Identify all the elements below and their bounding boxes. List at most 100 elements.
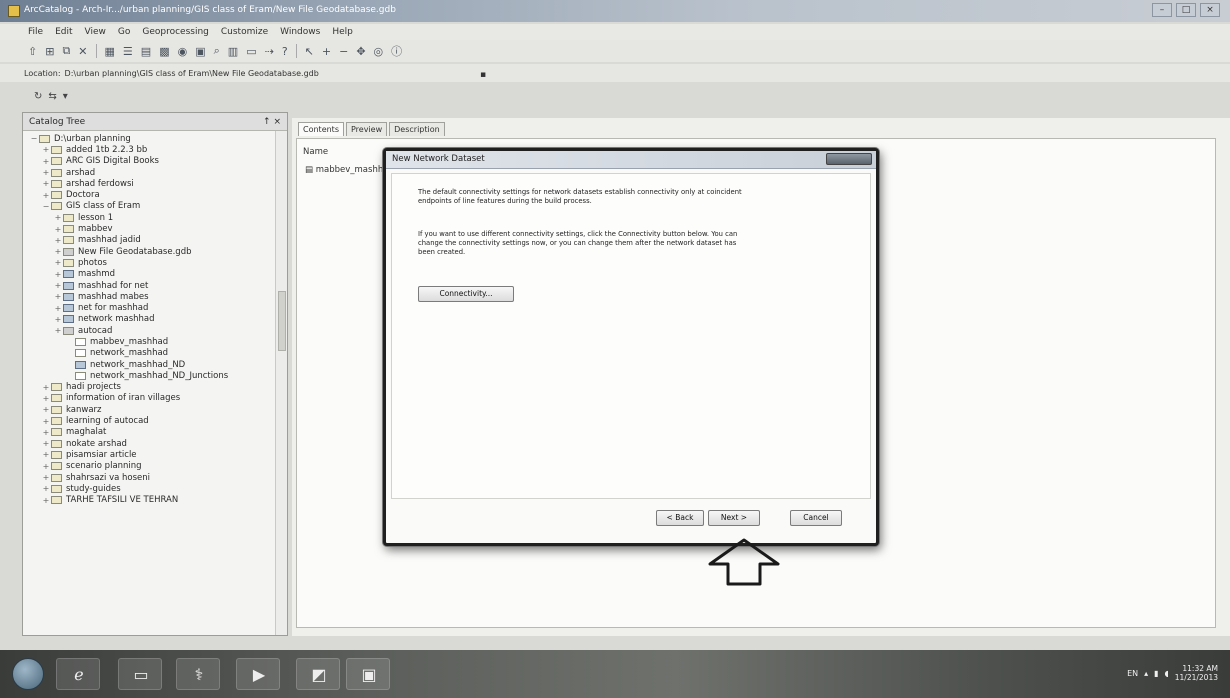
menu-customize[interactable]: Customize (221, 24, 268, 40)
language-indicator[interactable]: EN (1127, 669, 1138, 678)
tree-scrollbar[interactable] (275, 131, 287, 635)
show-hidden-icons-icon[interactable]: ▴ (1144, 669, 1148, 678)
taskbar-app-button[interactable]: ⚕ (176, 658, 220, 690)
modelbuilder-icon[interactable]: ⇢ (265, 45, 274, 58)
expand-icon[interactable]: + (53, 304, 63, 313)
tree-item[interactable]: + network mashhad (23, 314, 287, 325)
column-header-name[interactable]: Name (303, 147, 328, 157)
tree-item[interactable]: + kanwarz (23, 404, 287, 415)
expand-icon[interactable]: + (53, 315, 63, 324)
expand-icon[interactable]: + (41, 496, 51, 505)
tree-item[interactable]: network_mashhad_ND (23, 359, 287, 370)
expand-icon[interactable]: + (53, 281, 63, 290)
tree-item[interactable]: network_mashhad_ND_Junctions (23, 370, 287, 381)
tree-item[interactable]: + ARC GIS Digital Books (23, 156, 287, 167)
tree-item[interactable]: + arshad (23, 167, 287, 178)
details-icon[interactable]: ▤ (141, 45, 151, 58)
tab-contents[interactable]: Contents (298, 122, 344, 136)
up-level-icon[interactable]: ⇧ (28, 45, 37, 58)
expand-icon[interactable]: + (41, 462, 51, 471)
taskbar-arcmap-button[interactable]: ◩ (296, 658, 340, 690)
expand-icon[interactable]: + (41, 473, 51, 482)
close-icon[interactable]: × (1200, 3, 1220, 17)
maximize-icon[interactable]: □ (1176, 3, 1196, 17)
taskbar-arccatalog-button[interactable]: ▣ (346, 658, 390, 690)
catalog-window-icon[interactable]: ▣ (195, 45, 205, 58)
tab-preview[interactable]: Preview (345, 122, 388, 136)
tree-item[interactable]: + scenario planning (23, 461, 287, 472)
tree-item[interactable]: + arshad ferdowsi (23, 178, 287, 189)
expand-icon[interactable]: + (53, 236, 63, 245)
expand-icon[interactable]: + (53, 326, 63, 335)
expand-icon[interactable]: + (53, 213, 63, 222)
thumbnails-icon[interactable]: ▩ (159, 45, 169, 58)
tree-item[interactable]: + mashmd (23, 269, 287, 280)
start-button[interactable] (12, 658, 44, 690)
expand-icon[interactable]: + (53, 258, 63, 267)
location-input[interactable]: D:\urban planning\GIS class of Eram\New … (65, 69, 319, 78)
collapse-icon[interactable]: − (29, 134, 39, 143)
menu-help[interactable]: Help (332, 24, 353, 40)
tree-item[interactable]: + study-guides (23, 483, 287, 494)
volume-icon[interactable]: ◖ (1165, 669, 1169, 678)
taskbar-explorer-button[interactable]: ▭ (118, 658, 162, 690)
expand-icon[interactable]: + (41, 168, 51, 177)
menu-view[interactable]: View (85, 24, 106, 40)
connect-folder-icon[interactable]: ⊞ (45, 45, 54, 58)
tree-item[interactable]: + lesson 1 (23, 212, 287, 223)
menu-file[interactable]: File (28, 24, 43, 40)
tree-item[interactable]: + added 1tb 2.2.3 bb (23, 144, 287, 155)
expand-icon[interactable]: + (41, 383, 51, 392)
whats-this-icon[interactable]: ? (282, 45, 288, 58)
pan-icon[interactable]: ✥ (356, 45, 365, 58)
expand-icon[interactable]: + (41, 450, 51, 459)
tree-item[interactable]: + mashhad mabes (23, 291, 287, 302)
expand-icon[interactable]: + (53, 270, 63, 279)
tree-item[interactable]: + mashhad for net (23, 280, 287, 291)
expand-icon[interactable]: + (41, 428, 51, 437)
menu-edit[interactable]: Edit (55, 24, 72, 40)
tree-item[interactable]: + nokate arshad (23, 438, 287, 449)
large-icons-icon[interactable]: ▦ (105, 45, 115, 58)
delete-icon[interactable]: ✕ (78, 45, 87, 58)
minimize-icon[interactable]: – (1152, 3, 1172, 17)
search-window-icon[interactable]: ⌕ (214, 44, 220, 58)
tree-item[interactable]: + pisamsiar article (23, 449, 287, 460)
georef-tool-icon[interactable]: ↖ (305, 45, 314, 58)
cancel-button[interactable]: Cancel (790, 510, 842, 526)
tree-item[interactable]: − D:\urban planning (23, 133, 287, 144)
expand-icon[interactable]: + (41, 484, 51, 493)
list-icon[interactable]: ☰ (123, 45, 133, 58)
back-button[interactable]: < Back (656, 510, 704, 526)
toolbar-handle-icon[interactable]: ▪ (480, 70, 486, 80)
taskbar-media-button[interactable]: ▶ (236, 658, 280, 690)
tab-description[interactable]: Description (389, 122, 445, 136)
launch-arcmap-icon[interactable]: ◉ (178, 45, 188, 58)
sync-icon[interactable]: ⇆ (48, 91, 56, 102)
tree-item[interactable]: + TARHE TAFSILI VE TEHRAN (23, 495, 287, 506)
refresh-icon[interactable]: ↻ (34, 91, 42, 102)
expand-icon[interactable]: + (53, 225, 63, 234)
arctoolbox-icon[interactable]: ▥ (228, 45, 238, 58)
identify-icon[interactable]: ⓘ (391, 43, 402, 59)
network-icon[interactable]: ▮ (1154, 669, 1158, 678)
scrollbar-thumb[interactable] (278, 291, 286, 351)
menu-geoprocessing[interactable]: Geoprocessing (142, 24, 209, 40)
expand-icon[interactable]: + (41, 157, 51, 166)
clock[interactable]: 11:32 AM 11/21/2013 (1175, 664, 1218, 682)
tree-item[interactable]: + hadi projects (23, 382, 287, 393)
tree-item[interactable]: + photos (23, 257, 287, 268)
collapse-icon[interactable]: − (41, 202, 51, 211)
list-item[interactable]: ▤ mabbev_mashhad (305, 165, 394, 175)
tree-item[interactable]: + mabbev (23, 223, 287, 234)
tree-item[interactable]: + mashhad jadid (23, 235, 287, 246)
tree-item[interactable]: mabbev_mashhad (23, 336, 287, 347)
tree-item[interactable]: + Doctora (23, 189, 287, 200)
expand-icon[interactable]: + (41, 394, 51, 403)
connectivity-button[interactable]: Connectivity... (418, 286, 514, 302)
tree-item[interactable]: + shahrsazi va hoseni (23, 472, 287, 483)
tree-item[interactable]: + maghalat (23, 427, 287, 438)
expand-icon[interactable]: + (41, 417, 51, 426)
expand-icon[interactable]: + (53, 247, 63, 256)
full-extent-icon[interactable]: ◎ (374, 45, 384, 58)
